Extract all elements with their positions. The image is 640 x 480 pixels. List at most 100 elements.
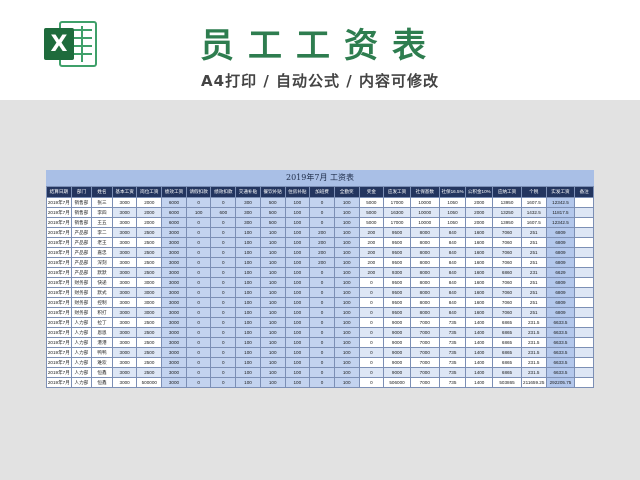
table-cell[interactable]: 2000	[465, 217, 494, 228]
table-cell[interactable]: 0	[309, 347, 335, 358]
table-cell[interactable]: 1600	[465, 287, 494, 298]
table-cell[interactable]: 251	[520, 257, 547, 268]
table-cell[interactable]: 2500	[136, 267, 163, 278]
table-cell[interactable]	[574, 277, 594, 288]
table-cell[interactable]: 1600	[465, 297, 494, 308]
table-cell[interactable]: 恒鑫	[91, 367, 113, 378]
table-cell[interactable]: 100	[284, 377, 311, 388]
table-cell[interactable]: 默式	[91, 287, 113, 298]
table-cell[interactable]: 3000	[136, 297, 163, 308]
table-cell[interactable]: 3000	[161, 327, 187, 338]
table-cell[interactable]: 2019年7月	[46, 357, 72, 368]
table-cell[interactable]: 0	[185, 277, 212, 288]
table-cell[interactable]: 2500	[136, 257, 163, 268]
table-cell[interactable]: 0	[185, 327, 212, 338]
table-cell[interactable]: 6865	[492, 337, 522, 348]
table-cell[interactable]: 100	[235, 257, 261, 268]
table-cell[interactable]: 3000	[111, 257, 138, 268]
table-cell[interactable]: 292205.75	[545, 377, 576, 388]
table-cell[interactable]: 8000	[409, 267, 440, 278]
table-cell[interactable]: 2000	[465, 197, 494, 208]
table-cell[interactable]: 100	[259, 277, 286, 288]
table-cell[interactable]: 6809	[545, 237, 576, 248]
table-cell[interactable]: 0	[210, 307, 237, 318]
table-cell[interactable]: 6809	[545, 257, 576, 268]
table-cell[interactable]: 2019年7月	[46, 257, 72, 268]
table-cell[interactable]: 3000	[161, 347, 187, 358]
table-cell[interactable]: 100	[235, 347, 261, 358]
table-cell[interactable]: 7060	[492, 307, 522, 318]
table-cell[interactable]: 9500	[383, 287, 411, 298]
table-cell[interactable]: 0	[210, 377, 237, 388]
table-cell[interactable]: 0	[309, 197, 335, 208]
table-cell[interactable]: 鸭鸭	[91, 347, 113, 358]
table-cell[interactable]: 0	[309, 277, 335, 288]
table-cell[interactable]: 9500	[383, 297, 411, 308]
table-cell[interactable]: 6865	[492, 357, 522, 368]
table-cell[interactable]: 100	[333, 237, 360, 248]
table-cell[interactable]: 销售部	[70, 217, 93, 228]
table-cell[interactable]: 2019年7月	[46, 327, 72, 338]
table-cell[interactable]: 2500	[136, 237, 163, 248]
table-cell[interactable]: 0	[210, 267, 237, 278]
table-cell[interactable]: 3000	[161, 367, 187, 378]
table-cell[interactable]: 0	[210, 287, 237, 298]
table-cell[interactable]: 8000	[409, 257, 440, 268]
table-cell[interactable]: 嘉忠	[91, 247, 113, 258]
column-header[interactable]: 绩效工资	[161, 186, 187, 198]
table-cell[interactable]: 3000	[161, 277, 187, 288]
table-cell[interactable]: 7060	[492, 257, 522, 268]
table-cell[interactable]: 100	[235, 327, 261, 338]
table-cell[interactable]: 1400	[465, 327, 494, 338]
table-cell[interactable]: 3000	[111, 307, 138, 318]
table-cell[interactable]: 3000	[111, 297, 138, 308]
table-cell[interactable]: 100	[235, 267, 261, 278]
table-cell[interactable]: 2019年7月	[46, 227, 72, 238]
table-cell[interactable]: 0	[185, 317, 212, 328]
table-cell[interactable]: 积打	[91, 307, 113, 318]
table-cell[interactable]: 7060	[492, 247, 522, 258]
table-cell[interactable]: 500	[259, 197, 286, 208]
table-cell[interactable]: 9500	[383, 227, 411, 238]
table-cell[interactable]: 100	[259, 297, 286, 308]
table-cell[interactable]: 1400	[465, 377, 494, 388]
table-cell[interactable]	[574, 317, 594, 328]
table-cell[interactable]	[574, 367, 594, 378]
table-cell[interactable]: 3000	[111, 337, 138, 348]
table-cell[interactable]: 100	[235, 287, 261, 298]
table-cell[interactable]: 0	[210, 197, 237, 208]
table-cell[interactable]: 8000	[409, 227, 440, 238]
table-cell[interactable]: 1400	[465, 347, 494, 358]
column-header[interactable]: 结算日期	[46, 186, 72, 198]
table-cell[interactable]: 0	[309, 357, 335, 368]
table-cell[interactable]: 0	[210, 257, 237, 268]
table-cell[interactable]: 0	[358, 307, 385, 318]
table-cell[interactable]: 0	[210, 357, 237, 368]
table-cell[interactable]: 8000	[409, 277, 440, 288]
column-header[interactable]: 应纳工资	[492, 186, 522, 198]
table-cell[interactable]: 拉丁	[91, 317, 113, 328]
table-cell[interactable]: 销售部	[70, 197, 93, 208]
table-cell[interactable]: 恩恩	[91, 327, 113, 338]
table-cell[interactable]: 200	[358, 237, 385, 248]
table-cell[interactable]: 0	[185, 357, 212, 368]
table-cell[interactable]: 3000	[136, 287, 163, 298]
table-cell[interactable]: 3000	[161, 317, 187, 328]
table-cell[interactable]: 2019年7月	[46, 317, 72, 328]
table-cell[interactable]: 2000	[136, 207, 163, 218]
table-cell[interactable]: 231.5	[520, 337, 547, 348]
table-cell[interactable]: 0	[309, 297, 335, 308]
table-cell[interactable]: 张三	[91, 197, 113, 208]
table-cell[interactable]: 1600	[465, 247, 494, 258]
table-cell[interactable]: 735	[438, 367, 467, 378]
table-cell[interactable]: 7000	[409, 367, 440, 378]
table-cell[interactable]: 840	[438, 307, 467, 318]
table-cell[interactable]: 251	[520, 307, 547, 318]
table-cell[interactable]: 7060	[492, 287, 522, 298]
table-cell[interactable]: 13950	[492, 197, 522, 208]
table-cell[interactable]: 6865	[492, 327, 522, 338]
table-cell[interactable]: 9000	[383, 317, 411, 328]
column-header[interactable]: 个税	[520, 186, 547, 198]
table-cell[interactable]: 9000	[383, 337, 411, 348]
table-cell[interactable]: 100	[284, 227, 311, 238]
